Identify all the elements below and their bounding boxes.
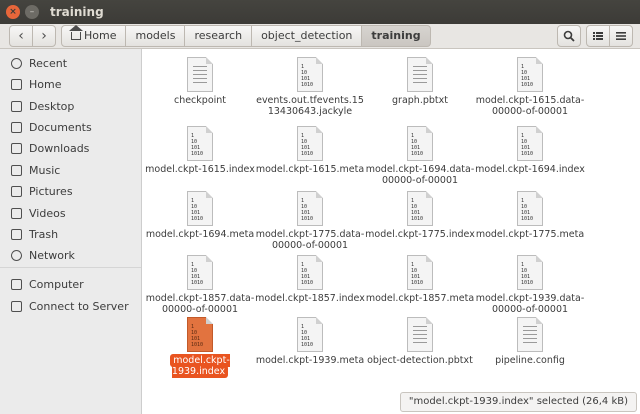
sidebar-item-downloads[interactable]: Downloads bbox=[0, 139, 141, 159]
file-item[interactable]: 1 10 101 1010 model.ckpt-1775.index bbox=[365, 191, 475, 240]
binary-file-icon: 1 10 101 1010 bbox=[407, 126, 433, 161]
file-item[interactable]: 1 10 101 1010 model.ckpt-1694.meta bbox=[145, 191, 255, 240]
music-folder-icon bbox=[11, 165, 22, 176]
text-file-icon bbox=[407, 57, 433, 92]
file-grid: checkpoint 1 10 101 1010 events.out.tfev… bbox=[142, 49, 640, 414]
computer-icon bbox=[11, 279, 22, 290]
sidebar-item-connect-to-server[interactable]: Connect to Server bbox=[0, 297, 141, 317]
sidebar-item-videos[interactable]: Videos bbox=[0, 204, 141, 224]
toolbar: ‹ › Home models research object_detectio… bbox=[0, 24, 640, 49]
sidebar-item-trash[interactable]: Trash bbox=[0, 225, 141, 245]
binary-file-icon: 1 10 101 1010 bbox=[297, 126, 323, 161]
breadcrumb-home[interactable]: Home bbox=[61, 25, 127, 47]
search-icon bbox=[563, 30, 575, 42]
sidebar-item-network[interactable]: Network bbox=[0, 246, 141, 266]
binary-file-icon: 1 10 101 1010 bbox=[407, 255, 433, 290]
sidebar: Recent Home Desktop Documents Downloads … bbox=[0, 49, 142, 414]
sidebar-item-home[interactable]: Home bbox=[0, 75, 141, 95]
file-manager-window: × – training ‹ › Home models research ob… bbox=[0, 0, 640, 414]
minimize-icon[interactable]: – bbox=[25, 5, 39, 19]
close-icon[interactable]: × bbox=[6, 5, 20, 19]
title-bar: × – training bbox=[0, 0, 640, 24]
breadcrumb-models[interactable]: models bbox=[126, 25, 186, 47]
menu-button[interactable] bbox=[609, 25, 633, 47]
chevron-left-icon: ‹ bbox=[18, 28, 24, 44]
binary-file-icon: 1 10 101 1010 bbox=[297, 57, 323, 92]
binary-file-icon: 1 10 101 1010 bbox=[407, 191, 433, 226]
file-item[interactable]: 1 10 101 1010 model.ckpt-1615.data-00000… bbox=[475, 57, 585, 117]
binary-file-icon: 1 10 101 1010 bbox=[297, 317, 323, 352]
file-item[interactable]: 1 10 101 1010 model.ckpt-1857.index bbox=[255, 255, 365, 304]
documents-folder-icon bbox=[11, 122, 22, 133]
file-item[interactable]: 1 10 101 1010 model.ckpt-1615.index bbox=[145, 126, 255, 175]
file-item[interactable]: 1 10 101 1010 model.ckpt-1775.data-00000… bbox=[255, 191, 365, 251]
file-item[interactable]: pipeline.config bbox=[475, 317, 585, 366]
breadcrumb: Home models research object_detection tr… bbox=[61, 25, 431, 47]
file-item[interactable]: 1 10 101 1010 model.ckpt-1939.data-00000… bbox=[475, 255, 585, 315]
file-item[interactable]: 1 10 101 1010 model.ckpt-1694.index bbox=[475, 126, 585, 175]
sidebar-item-documents[interactable]: Documents bbox=[0, 118, 141, 138]
text-file-icon bbox=[187, 57, 213, 92]
text-file-icon bbox=[517, 317, 543, 352]
window-title: training bbox=[50, 5, 104, 19]
sidebar-item-desktop[interactable]: Desktop bbox=[0, 97, 141, 117]
binary-file-icon: 1 10 101 1010 bbox=[517, 255, 543, 290]
file-item-selected[interactable]: 1 10 101 1010 model.ckpt-1939.index bbox=[145, 317, 255, 378]
forward-button[interactable]: › bbox=[32, 25, 56, 47]
home-icon bbox=[69, 25, 83, 40]
back-button[interactable]: ‹ bbox=[9, 25, 33, 47]
file-item[interactable]: graph.pbtxt bbox=[365, 57, 475, 106]
sidebar-item-music[interactable]: Music bbox=[0, 161, 141, 181]
text-file-icon bbox=[407, 317, 433, 352]
view-toggle-button[interactable] bbox=[586, 25, 610, 47]
binary-file-icon: 1 10 101 1010 bbox=[187, 191, 213, 226]
binary-file-icon: 1 10 101 1010 bbox=[187, 317, 213, 352]
desktop-folder-icon bbox=[11, 101, 22, 112]
list-view-icon bbox=[593, 32, 603, 40]
file-item[interactable]: 1 10 101 1010 model.ckpt-1857.meta bbox=[365, 255, 475, 304]
hamburger-menu-icon bbox=[616, 32, 626, 40]
sidebar-item-pictures[interactable]: Pictures bbox=[0, 182, 141, 202]
file-item[interactable]: checkpoint bbox=[145, 57, 255, 106]
file-item[interactable]: 1 10 101 1010 model.ckpt-1857.data-00000… bbox=[145, 255, 255, 315]
downloads-folder-icon bbox=[11, 143, 22, 154]
sidebar-item-recent[interactable]: Recent bbox=[0, 54, 141, 74]
binary-file-icon: 1 10 101 1010 bbox=[517, 57, 543, 92]
sidebar-item-computer[interactable]: Computer bbox=[0, 275, 141, 295]
binary-file-icon: 1 10 101 1010 bbox=[187, 126, 213, 161]
chevron-right-icon: › bbox=[41, 28, 47, 44]
breadcrumb-object-detection[interactable]: object_detection bbox=[252, 25, 363, 47]
binary-file-icon: 1 10 101 1010 bbox=[517, 191, 543, 226]
binary-file-icon: 1 10 101 1010 bbox=[297, 255, 323, 290]
file-item[interactable]: 1 10 101 1010 model.ckpt-1775.meta bbox=[475, 191, 585, 240]
breadcrumb-research[interactable]: research bbox=[185, 25, 253, 47]
search-button[interactable] bbox=[557, 25, 581, 47]
file-item[interactable]: 1 10 101 1010 model.ckpt-1939.meta bbox=[255, 317, 365, 366]
pictures-folder-icon bbox=[11, 186, 22, 197]
file-item[interactable]: 1 10 101 1010 model.ckpt-1615.meta bbox=[255, 126, 365, 175]
status-bar: "model.ckpt-1939.index" selected (26,4 k… bbox=[399, 392, 637, 412]
home-icon bbox=[11, 79, 22, 90]
sidebar-divider bbox=[0, 267, 141, 268]
trash-icon bbox=[11, 229, 22, 240]
videos-folder-icon bbox=[11, 208, 22, 219]
server-icon bbox=[11, 301, 22, 312]
breadcrumb-training[interactable]: training bbox=[362, 25, 431, 47]
file-item[interactable]: object-detection.pbtxt bbox=[365, 317, 475, 366]
file-item[interactable]: 1 10 101 1010 model.ckpt-1694.data-00000… bbox=[365, 126, 475, 186]
clock-icon bbox=[11, 58, 22, 69]
binary-file-icon: 1 10 101 1010 bbox=[297, 191, 323, 226]
network-icon bbox=[11, 250, 22, 261]
binary-file-icon: 1 10 101 1010 bbox=[517, 126, 543, 161]
file-item[interactable]: 1 10 101 1010 events.out.tfevents.151343… bbox=[255, 57, 365, 117]
binary-file-icon: 1 10 101 1010 bbox=[187, 255, 213, 290]
